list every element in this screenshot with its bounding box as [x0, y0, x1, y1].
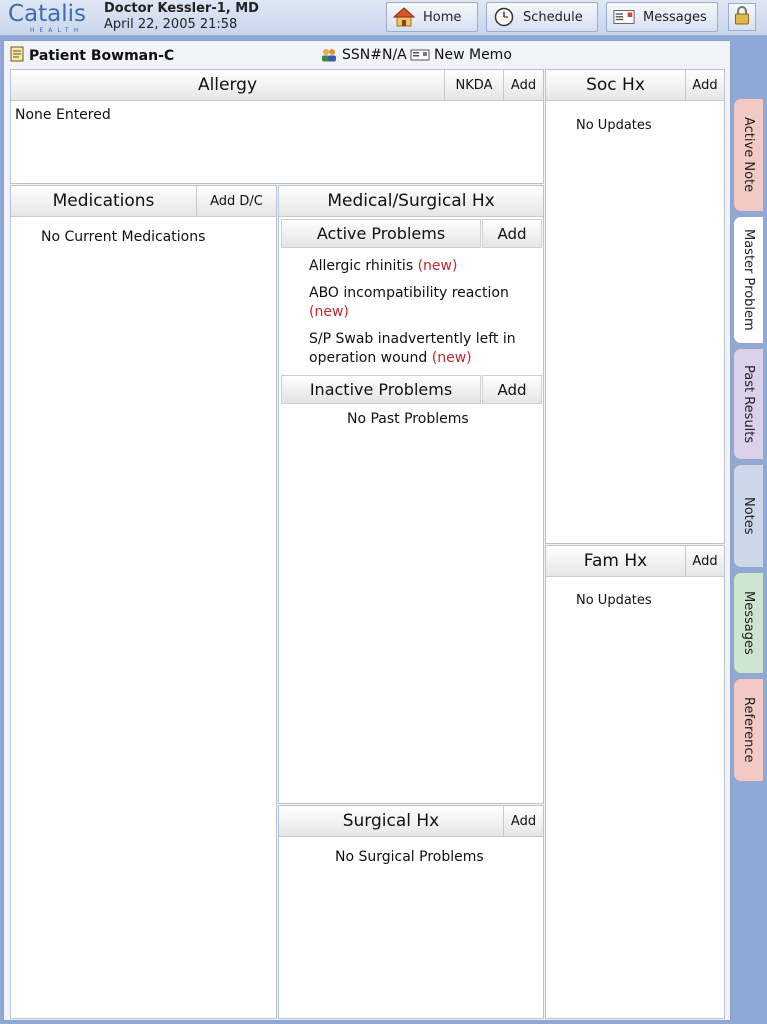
new-flag: (new) — [309, 304, 349, 320]
document-icon — [10, 46, 24, 66]
tab-active-note[interactable]: Active Note — [733, 98, 763, 212]
patient-name-label: Patient Bowman-C — [29, 48, 175, 64]
soc-hx-header: Soc Hx — [546, 70, 685, 101]
doctor-name: Doctor Kessler-1, MD — [104, 1, 259, 16]
medical-surgical-header: Medical/Surgical Hx — [279, 186, 543, 217]
messages-label: Messages — [643, 9, 707, 25]
allergy-add-button[interactable]: Add — [503, 70, 543, 101]
fam-hx-panel: Fam Hx Add No Updates — [545, 545, 725, 1019]
allergy-header: Allergy — [11, 70, 444, 101]
schedule-button[interactable]: Schedule — [486, 2, 598, 32]
patient-bar: Patient Bowman-C SSN#N/A New Memo — [4, 41, 730, 69]
problem-text: ABO incompatibility reaction — [309, 285, 509, 301]
fam-hx-empty-text: No Updates — [576, 593, 652, 608]
current-datetime: April 22, 2005 21:58 — [104, 17, 238, 32]
tab-notes[interactable]: Notes — [733, 464, 763, 568]
problem-text: S/P Swab inadvertently left in operation… — [309, 331, 516, 366]
clock-icon — [493, 6, 515, 28]
lock-icon — [734, 5, 750, 29]
active-problems-header: Active Problems — [281, 219, 481, 248]
new-memo-label: New Memo — [434, 47, 512, 63]
active-problems-add-button[interactable]: Add — [482, 219, 542, 248]
surgical-hx-empty-text: No Surgical Problems — [335, 849, 484, 865]
allergy-empty-text: None Entered — [15, 107, 111, 123]
logo-subtext: HEALTH — [30, 27, 84, 34]
tab-reference[interactable]: Reference — [733, 678, 763, 782]
tab-past-results[interactable]: Past Results — [733, 348, 763, 460]
people-icon — [320, 48, 338, 62]
soc-hx-empty-text: No Updates — [576, 118, 652, 133]
tab-label: Notes — [741, 497, 756, 535]
medications-header: Medications — [11, 186, 196, 217]
surgical-hx-header: Surgical Hx — [279, 806, 503, 837]
surgical-hx-add-button[interactable]: Add — [503, 806, 543, 837]
tab-label: Active Note — [741, 117, 756, 193]
medications-panel: Medications Add D/C No Current Medicatio… — [10, 185, 277, 1019]
master-problem-panel: Patient Bowman-C SSN#N/A New Memo Allerg… — [3, 40, 731, 1021]
problem-text: Allergic rhinitis — [309, 258, 414, 274]
surgical-hx-panel: Surgical Hx Add No Surgical Problems — [278, 805, 544, 1019]
fam-hx-add-button[interactable]: Add — [685, 546, 724, 577]
lock-button[interactable] — [728, 3, 756, 31]
inactive-problems-add-button[interactable]: Add — [482, 375, 542, 404]
inactive-problems-header: Inactive Problems — [281, 375, 481, 404]
medical-surgical-panel: Medical/Surgical Hx Active Problems Add … — [278, 185, 544, 804]
new-flag: (new) — [417, 258, 458, 274]
medications-empty-text: No Current Medications — [41, 229, 206, 245]
tab-label: Reference — [741, 697, 756, 763]
tab-label: Master Problem — [741, 229, 756, 331]
soc-hx-panel: Soc Hx Add No Updates — [545, 69, 725, 544]
problem-item[interactable]: Allergic rhinitis (new) — [309, 257, 549, 276]
new-memo-link[interactable]: New Memo — [410, 47, 512, 63]
problem-item[interactable]: S/P Swab inadvertently left in operation… — [309, 330, 549, 368]
ssn-label: SSN#N/A — [342, 47, 407, 63]
tab-master-problem[interactable]: Master Problem — [733, 216, 763, 344]
messages-button[interactable]: Messages — [606, 2, 718, 32]
top-bar: Catalis HEALTH Doctor Kessler-1, MD Apri… — [0, 0, 767, 36]
house-icon — [393, 6, 415, 28]
memo-icon — [410, 49, 430, 61]
new-flag: (new) — [431, 350, 472, 366]
soc-hx-add-button[interactable]: Add — [685, 70, 724, 101]
doctor-info: Doctor Kessler-1, MD April 22, 2005 21:5… — [104, 1, 259, 33]
catalis-logo: Catalis HEALTH — [8, 1, 98, 35]
logo-text: Catalis — [8, 1, 87, 27]
schedule-label: Schedule — [523, 9, 583, 25]
allergy-panel: Allergy NKDA Add None Entered — [10, 69, 544, 184]
inactive-problems-empty-text: No Past Problems — [347, 411, 469, 427]
ssn-link[interactable]: SSN#N/A — [320, 47, 407, 63]
tab-label: Messages — [741, 591, 756, 655]
add-dc-button[interactable]: Add D/C — [196, 186, 276, 217]
tab-label: Past Results — [741, 364, 756, 444]
home-label: Home — [423, 9, 462, 25]
fam-hx-header: Fam Hx — [546, 546, 685, 577]
envelope-icon — [613, 6, 635, 28]
nkda-button[interactable]: NKDA — [444, 70, 503, 101]
tab-messages[interactable]: Messages — [733, 572, 763, 674]
patient-name[interactable]: Patient Bowman-C — [10, 46, 174, 66]
problem-item[interactable]: ABO incompatibility reaction (new) — [309, 284, 549, 322]
home-button[interactable]: Home — [386, 2, 478, 32]
